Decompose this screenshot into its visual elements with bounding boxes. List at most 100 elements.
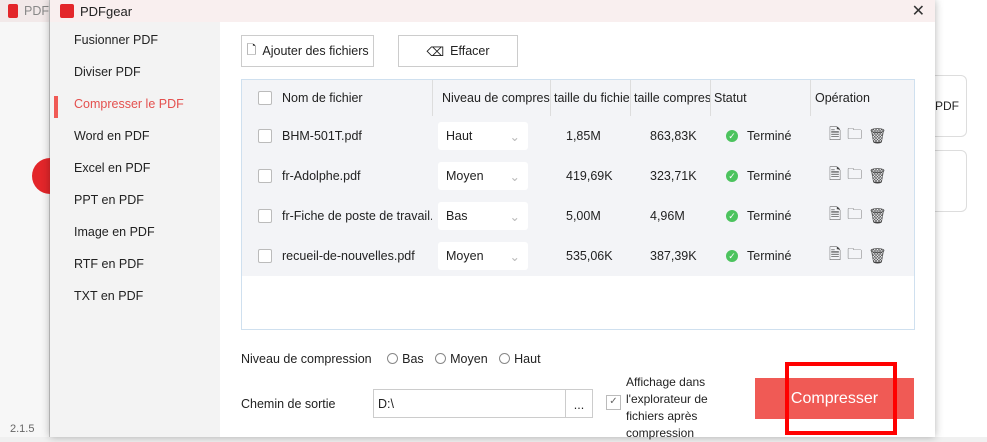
app-logo-icon: [8, 4, 18, 18]
sidebar-item-fusionner[interactable]: Fusionner PDF: [50, 24, 220, 56]
level-select[interactable]: Bas ⌄: [438, 202, 528, 230]
clear-label: Effacer: [450, 44, 490, 58]
folder-icon[interactable]: 🗀: [847, 204, 862, 229]
browse-button[interactable]: ...: [566, 389, 593, 418]
highlight-box: [785, 362, 897, 435]
radio-label: Moyen: [450, 352, 488, 366]
sidebar-item-label: PPT en PDF: [74, 193, 144, 207]
folder-icon[interactable]: 🗀: [847, 244, 862, 269]
radio-haut[interactable]: Haut: [499, 352, 541, 366]
clear-button[interactable]: ⌫ Effacer: [398, 35, 518, 67]
window-title: PDFgear: [80, 3, 133, 19]
add-files-button[interactable]: 🗋 Ajouter des fichiers: [241, 35, 374, 67]
sidebar: Fusionner PDF Diviser PDF Compresser le …: [50, 22, 220, 437]
level-value: Bas: [446, 209, 468, 223]
compressed-size: 863,83K: [650, 129, 697, 143]
chevron-down-icon: ⌄: [509, 209, 520, 224]
header-level: Niveau de compress: [442, 91, 550, 105]
header-name: Nom de fichier: [282, 91, 363, 105]
header-status: Statut: [714, 91, 747, 105]
sidebar-item-label: Excel en PDF: [74, 161, 151, 175]
document-icon[interactable]: 🗎: [829, 164, 841, 189]
trash-icon[interactable]: 🗑: [868, 247, 887, 265]
background-card-text: PDF: [935, 99, 959, 113]
sidebar-item-label: RTF en PDF: [74, 257, 144, 271]
folder-icon[interactable]: 🗀: [847, 164, 862, 189]
document-icon[interactable]: 🗎: [829, 124, 841, 149]
select-all-checkbox[interactable]: [258, 91, 272, 105]
compress-dialog: PDFgear ✕ Fusionner PDF Diviser PDF Comp…: [50, 0, 935, 440]
row-checkbox[interactable]: [258, 129, 272, 143]
trash-icon[interactable]: 🗑: [868, 127, 887, 145]
file-name: BHM-501T.pdf: [282, 129, 362, 143]
check-circle-icon: ✓: [726, 210, 738, 222]
header-compressed: taille compres: [634, 91, 710, 105]
level-select[interactable]: Haut ⌄: [438, 122, 528, 150]
document-icon[interactable]: 🗎: [829, 244, 841, 269]
level-value: Moyen: [446, 249, 484, 263]
pdfgear-logo-icon: [60, 4, 74, 18]
status-text: Terminé: [747, 249, 792, 263]
trash-icon[interactable]: 🗑: [868, 167, 887, 185]
sidebar-item-label: Image en PDF: [74, 225, 155, 239]
check-circle-icon: ✓: [726, 170, 738, 182]
file-size: 5,00M: [566, 209, 601, 223]
row-checkbox[interactable]: [258, 209, 272, 223]
row-checkbox[interactable]: [258, 249, 272, 263]
sidebar-item-ppt[interactable]: PPT en PDF: [50, 184, 220, 216]
background-title: PDF: [24, 4, 49, 18]
file-size: 1,85M: [566, 129, 601, 143]
level-value: Haut: [446, 129, 473, 143]
radio-moyen[interactable]: Moyen: [435, 352, 488, 366]
sidebar-item-compresser[interactable]: Compresser le PDF: [50, 88, 220, 120]
show-in-explorer-checkbox[interactable]: ✓: [606, 395, 621, 410]
sidebar-item-label: Diviser PDF: [74, 65, 141, 79]
header-operation: Opération: [815, 91, 870, 105]
header-size: taille du fichie: [554, 91, 630, 105]
file-name: fr-Fiche de poste de travail.: [282, 209, 432, 223]
eraser-icon: ⌫: [426, 44, 445, 59]
folder-icon[interactable]: 🗀: [847, 124, 862, 149]
background-app-right: PDF: [935, 0, 987, 437]
row-checkbox[interactable]: [258, 169, 272, 183]
file-name: recueil-de-nouvelles.pdf: [282, 249, 415, 263]
status-text: Terminé: [747, 129, 792, 143]
table-row: BHM-501T.pdf Haut ⌄ 1,85M 863,83K ✓ Termin…: [242, 116, 914, 156]
status-text: Terminé: [747, 209, 792, 223]
sidebar-item-label: Compresser le PDF: [74, 97, 184, 111]
sidebar-item-txt[interactable]: TXT en PDF: [50, 280, 220, 312]
trash-icon[interactable]: 🗑: [868, 207, 887, 225]
table-row: fr-Fiche de poste de travail. Bas ⌄ 5,00M…: [242, 196, 914, 236]
radio-bas[interactable]: Bas: [387, 352, 424, 366]
level-value: Moyen: [446, 169, 484, 183]
sidebar-item-rtf[interactable]: RTF en PDF: [50, 248, 220, 280]
add-file-icon: 🗋: [246, 42, 257, 57]
table-header: Nom de fichier Niveau de compress taille…: [242, 80, 914, 116]
radio-label: Bas: [402, 352, 424, 366]
sidebar-item-excel[interactable]: Excel en PDF: [50, 152, 220, 184]
radio-label: Haut: [514, 352, 541, 366]
table-row: fr-Adolphe.pdf Moyen ⌄ 419,69K 323,71K ✓ T…: [242, 156, 914, 196]
level-select[interactable]: Moyen ⌄: [438, 242, 528, 270]
output-path-label: Chemin de sortie: [241, 397, 336, 411]
title-bar: PDFgear ✕: [50, 0, 935, 22]
compressed-size: 4,96M: [650, 209, 685, 223]
sidebar-item-diviser[interactable]: Diviser PDF: [50, 56, 220, 88]
level-select[interactable]: Moyen ⌄: [438, 162, 528, 190]
output-path-input[interactable]: D:\: [373, 389, 566, 418]
show-in-explorer-label: Affichage dans l'explorateur de fichiers…: [626, 375, 708, 440]
document-icon[interactable]: 🗎: [829, 204, 841, 229]
compressed-size: 387,39K: [650, 249, 697, 263]
version-label: 2.1.5: [10, 423, 35, 435]
file-size: 419,69K: [566, 169, 613, 183]
main-panel: 🗋 Ajouter des fichiers ⌫ Effacer Nom de fi…: [220, 22, 935, 440]
sidebar-item-image[interactable]: Image en PDF: [50, 216, 220, 248]
sidebar-item-label: TXT en PDF: [74, 289, 144, 303]
close-icon[interactable]: ✕: [912, 1, 925, 21]
chevron-down-icon: ⌄: [509, 169, 520, 184]
background-card: PDF: [935, 75, 967, 137]
background-card: [935, 150, 967, 212]
sidebar-item-label: Word en PDF: [74, 129, 150, 143]
compression-level-group: Niveau de compression Bas Moyen Haut: [241, 352, 541, 366]
sidebar-item-word[interactable]: Word en PDF: [50, 120, 220, 152]
